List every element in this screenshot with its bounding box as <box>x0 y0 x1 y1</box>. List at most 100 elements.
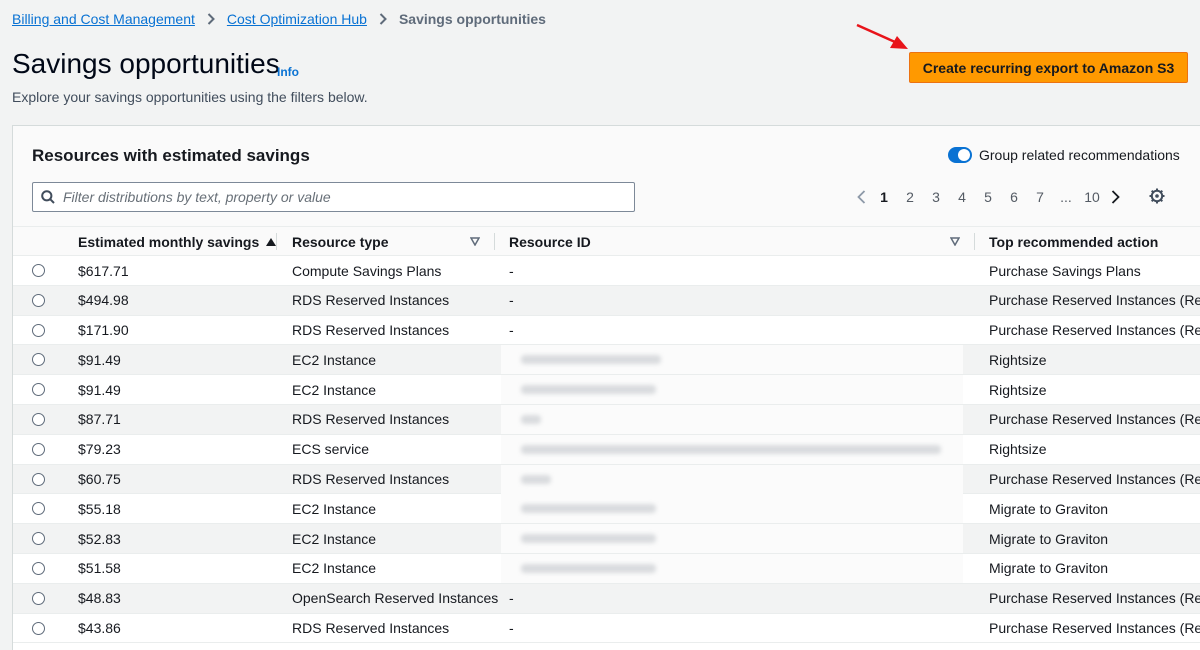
cell-resource-type: EC2 Instance <box>292 560 377 577</box>
cell-top-action: Purchase Reserved Instances (Rese <box>989 590 1200 607</box>
cell-resource-type: EC2 Instance <box>292 530 377 547</box>
search-field[interactable] <box>32 182 635 212</box>
cell-savings: $494.98 <box>78 292 129 309</box>
table-row[interactable]: $43.86 RDS Reserved Instances - Purchase Re… <box>13 614 1200 644</box>
page-ellipsis: ... <box>1060 189 1072 205</box>
page-description: Explore your savings opportunities using… <box>12 89 368 105</box>
redacted-resource-id <box>501 524 963 554</box>
cell-savings: $60.75 <box>78 471 121 488</box>
table-row[interactable]: $48.83 OpenSearch Reserved Instances - Purc… <box>13 583 1200 614</box>
chevron-right-icon <box>379 13 387 25</box>
row-select-radio[interactable] <box>32 532 45 546</box>
page-7[interactable]: 7 <box>1027 189 1053 205</box>
cell-top-action: Purchase Savings Plans <box>989 262 1141 279</box>
cell-savings: $79.23 <box>78 441 121 458</box>
redacted-resource-id <box>501 345 963 375</box>
chevron-right-icon[interactable] <box>1105 190 1125 204</box>
search-input[interactable] <box>63 189 634 205</box>
cell-top-action: Migrate to Graviton <box>989 500 1109 517</box>
row-select-radio[interactable] <box>32 323 45 337</box>
page-5[interactable]: 5 <box>975 189 1001 205</box>
redacted-resource-id <box>501 553 963 583</box>
cell-top-action: Migrate to Graviton <box>989 560 1109 577</box>
filter-caret-icon[interactable] <box>470 237 480 246</box>
table-row[interactable]: $617.71 Compute Savings Plans - Purchase Sa… <box>13 256 1200 286</box>
cell-savings: $43.86 <box>78 620 121 637</box>
chevron-left-icon[interactable] <box>851 190 871 204</box>
cell-savings: $55.18 <box>78 500 121 517</box>
cell-top-action: Purchase Reserved Instances (Rese <box>989 411 1200 428</box>
breadcrumb: Billing and Cost Management Cost Optimiz… <box>12 11 546 27</box>
page-2[interactable]: 2 <box>897 189 923 205</box>
panel-title: Resources with estimated savings <box>32 146 310 165</box>
table-header: Estimated monthly savings Resource type … <box>13 227 1200 256</box>
cell-top-action: Migrate to Graviton <box>989 530 1109 547</box>
create-export-button[interactable]: Create recurring export to Amazon S3 <box>909 52 1188 83</box>
table-row[interactable]: $91.49 EC2 Instance Rightsize <box>13 375 1200 405</box>
row-select-radio[interactable] <box>32 353 45 367</box>
toggle-switch[interactable] <box>948 147 972 163</box>
page-3[interactable]: 3 <box>923 189 949 205</box>
page-4[interactable]: 4 <box>949 189 975 205</box>
group-recommendations-toggle[interactable]: Group related recommendations <box>948 147 1180 163</box>
col-label: Resource ID <box>509 233 591 250</box>
info-link[interactable]: Info <box>277 65 299 79</box>
table-row[interactable]: $79.23 ECS service Rightsize <box>13 434 1200 465</box>
table-row[interactable]: $60.75 RDS Reserved Instances Purchase Res… <box>13 464 1200 495</box>
row-select-radio[interactable] <box>32 502 45 516</box>
cell-top-action: Rightsize <box>989 351 1047 368</box>
column-divider <box>974 233 975 250</box>
table-row[interactable]: $91.49 EC2 Instance Rightsize <box>13 345 1200 376</box>
cell-top-action: Purchase Reserved Instances (Rese <box>989 322 1200 339</box>
cell-resource-id: - <box>509 322 514 339</box>
col-top-action[interactable]: Top recommended action <box>989 227 1158 256</box>
table-row[interactable]: $171.90 RDS Reserved Instances - Purchase R… <box>13 316 1200 346</box>
row-select-radio[interactable] <box>32 561 45 575</box>
redacted-resource-id <box>501 434 963 464</box>
col-resource-id[interactable]: Resource ID <box>509 227 591 256</box>
row-select-radio[interactable] <box>32 472 45 486</box>
cell-resource-id: - <box>509 262 514 279</box>
cell-resource-type: RDS Reserved Instances <box>292 411 450 428</box>
toggle-label: Group related recommendations <box>979 147 1180 163</box>
row-select-radio[interactable] <box>32 264 45 277</box>
filter-caret-icon[interactable] <box>950 237 960 246</box>
col-resource-type[interactable]: Resource type <box>292 227 388 256</box>
row-select-radio[interactable] <box>32 442 45 456</box>
page-10[interactable]: 10 <box>1079 189 1105 205</box>
cell-resource-type: EC2 Instance <box>292 500 377 517</box>
breadcrumb-current: Savings opportunities <box>398 11 546 27</box>
cell-top-action: Rightsize <box>989 441 1047 458</box>
cell-resource-type: OpenSearch Reserved Instances <box>292 590 499 607</box>
table-row[interactable]: $87.71 RDS Reserved Instances Purchase Res… <box>13 404 1200 435</box>
row-select-radio[interactable] <box>32 591 45 605</box>
breadcrumb-cost-optimization-link[interactable]: Cost Optimization Hub <box>227 11 367 27</box>
pagination: 1 2 3 4 5 6 7 ... 10 <box>851 184 1125 210</box>
cell-top-action: Rightsize <box>989 381 1047 398</box>
table-row[interactable]: $52.83 EC2 Instance Migrate to Graviton <box>13 524 1200 554</box>
table-row[interactable]: $494.98 RDS Reserved Instances - Purchase R… <box>13 285 1200 316</box>
page-title: Savings opportunities <box>12 48 280 79</box>
redacted-resource-id <box>501 464 963 494</box>
page-6[interactable]: 6 <box>1001 189 1027 205</box>
table-row[interactable]: $51.58 EC2 Instance Migrate to Graviton <box>13 553 1200 584</box>
cell-savings: $91.49 <box>78 351 121 368</box>
cell-resource-id: - <box>509 590 514 607</box>
row-select-radio[interactable] <box>32 412 45 426</box>
table-row[interactable]: $55.18 EC2 Instance Migrate to Graviton <box>13 494 1200 525</box>
page-1[interactable]: 1 <box>871 189 897 205</box>
row-select-radio[interactable] <box>32 621 45 635</box>
settings-gear-icon[interactable] <box>1149 188 1165 209</box>
sort-ascending-icon[interactable] <box>266 237 277 246</box>
breadcrumb-billing-link[interactable]: Billing and Cost Management <box>12 11 195 27</box>
row-select-radio[interactable] <box>32 383 45 397</box>
cell-resource-type: EC2 Instance <box>292 351 377 368</box>
row-select-radio[interactable] <box>32 293 45 307</box>
chevron-right-icon <box>207 13 215 25</box>
cell-savings: $52.83 <box>78 530 121 547</box>
col-label: Top recommended action <box>989 233 1159 250</box>
cell-top-action: Purchase Reserved Instances (Rese <box>989 620 1200 637</box>
table-body: $617.71 Compute Savings Plans - Purchase Sa… <box>13 256 1200 644</box>
col-estimated-savings[interactable]: Estimated monthly savings <box>78 227 277 256</box>
cell-savings: $87.71 <box>78 411 121 428</box>
